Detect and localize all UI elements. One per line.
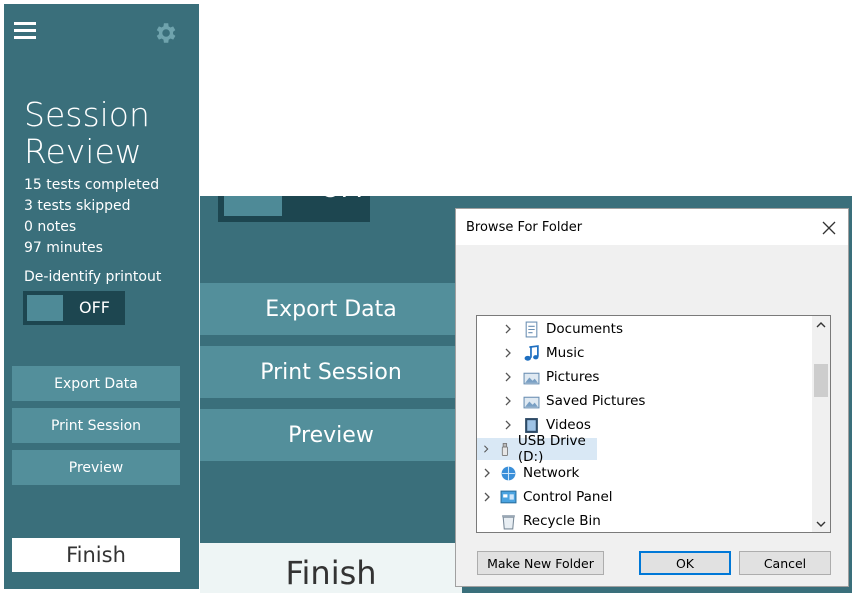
videos-icon — [525, 417, 538, 433]
page-title: Session Review — [24, 95, 150, 171]
export-data-button[interactable]: Export Data — [12, 366, 180, 401]
network-icon — [501, 466, 516, 480]
deidentify-toggle[interactable]: OFF — [23, 291, 125, 325]
tree-item-control-panel[interactable]: Control Panel — [477, 486, 809, 508]
close-icon[interactable] — [818, 217, 840, 239]
toggle-knob — [27, 295, 63, 321]
chevron-right-icon[interactable] — [503, 372, 513, 382]
toggle-knob — [224, 196, 282, 216]
finish-button-zoomed[interactable]: Finish — [200, 543, 462, 593]
stat-tests-completed: 15 tests completed — [24, 177, 160, 193]
chevron-right-icon[interactable] — [482, 468, 492, 478]
tree-item-label: Music — [546, 345, 585, 361]
chevron-right-icon[interactable] — [503, 420, 513, 430]
tree-item-label: Control Panel — [523, 489, 613, 505]
dialog-titlebar: Browse For Folder — [456, 209, 848, 245]
stat-notes: 0 notes — [24, 219, 77, 235]
make-new-folder-button[interactable]: Make New Folder — [477, 551, 604, 575]
pictures-icon — [523, 372, 540, 384]
tree-scrollbar[interactable] — [812, 316, 830, 532]
preview-button-zoomed[interactable]: Preview — [200, 409, 462, 461]
chevron-right-icon[interactable] — [503, 396, 513, 406]
stat-tests-skipped: 3 tests skipped — [24, 198, 131, 214]
print-session-button-zoomed[interactable]: Print Session — [200, 346, 462, 398]
tree-item-documents[interactable]: Documents — [477, 318, 809, 340]
tree-item-saved-pictures[interactable]: Saved Pictures — [477, 390, 809, 412]
tree-item-music[interactable]: Music — [477, 342, 809, 364]
tree-item-label: Videos — [546, 417, 591, 433]
tree-item-label: Saved Pictures — [546, 393, 646, 409]
dialog-title: Browse For Folder — [466, 220, 583, 235]
tree-item-label: USB Drive (D:) — [517, 433, 586, 465]
scroll-up-icon[interactable] — [812, 316, 830, 333]
tree-item-label: Recycle Bin — [523, 513, 601, 529]
scroll-down-icon[interactable] — [812, 515, 830, 532]
chevron-right-icon[interactable] — [503, 348, 513, 358]
recycle-bin-icon — [502, 514, 515, 529]
deidentify-label: De-identify printout — [24, 269, 162, 285]
finish-button[interactable]: Finish — [12, 538, 180, 572]
stat-minutes: 97 minutes — [24, 240, 103, 256]
cancel-button[interactable]: Cancel — [739, 551, 831, 575]
toggle-state: OFF — [79, 298, 110, 317]
session-review-sidebar: Session Review 15 tests completed 3 test… — [4, 4, 199, 589]
preview-button[interactable]: Preview — [12, 450, 180, 485]
browse-for-folder-dialog: Browse For Folder Documents Music Pictur… — [455, 208, 849, 587]
tree-item-label: Documents — [546, 321, 623, 337]
chevron-right-icon[interactable] — [482, 492, 492, 502]
ok-button[interactable]: OK — [639, 551, 731, 575]
documents-icon — [525, 321, 538, 337]
gear-icon[interactable] — [152, 20, 178, 46]
control-panel-icon — [500, 490, 517, 503]
music-icon — [524, 344, 539, 361]
tree-item-label: Pictures — [546, 369, 600, 385]
tree-item-pictures[interactable]: Pictures — [477, 366, 809, 388]
tree-item-network[interactable]: Network — [477, 462, 809, 484]
tree-item-recycle-bin[interactable]: Recycle Bin — [477, 510, 809, 532]
scrollbar-thumb[interactable] — [814, 364, 828, 397]
folder-tree[interactable]: Documents Music Pictures Saved Pictures … — [476, 315, 831, 533]
toggle-state: OFF — [320, 196, 370, 204]
deidentify-toggle-zoomed[interactable]: OFF — [218, 196, 370, 222]
tree-item-label: Network — [523, 465, 580, 481]
hamburger-menu-icon[interactable] — [14, 22, 36, 40]
print-session-button[interactable]: Print Session — [12, 408, 180, 443]
tree-item-usb-drive[interactable]: USB Drive (D:) — [477, 433, 597, 465]
export-data-button-zoomed[interactable]: Export Data — [200, 283, 462, 335]
chevron-right-icon[interactable] — [482, 444, 490, 454]
usb-drive-icon — [501, 442, 508, 456]
chevron-right-icon[interactable] — [503, 324, 513, 334]
pictures-icon — [523, 396, 540, 408]
